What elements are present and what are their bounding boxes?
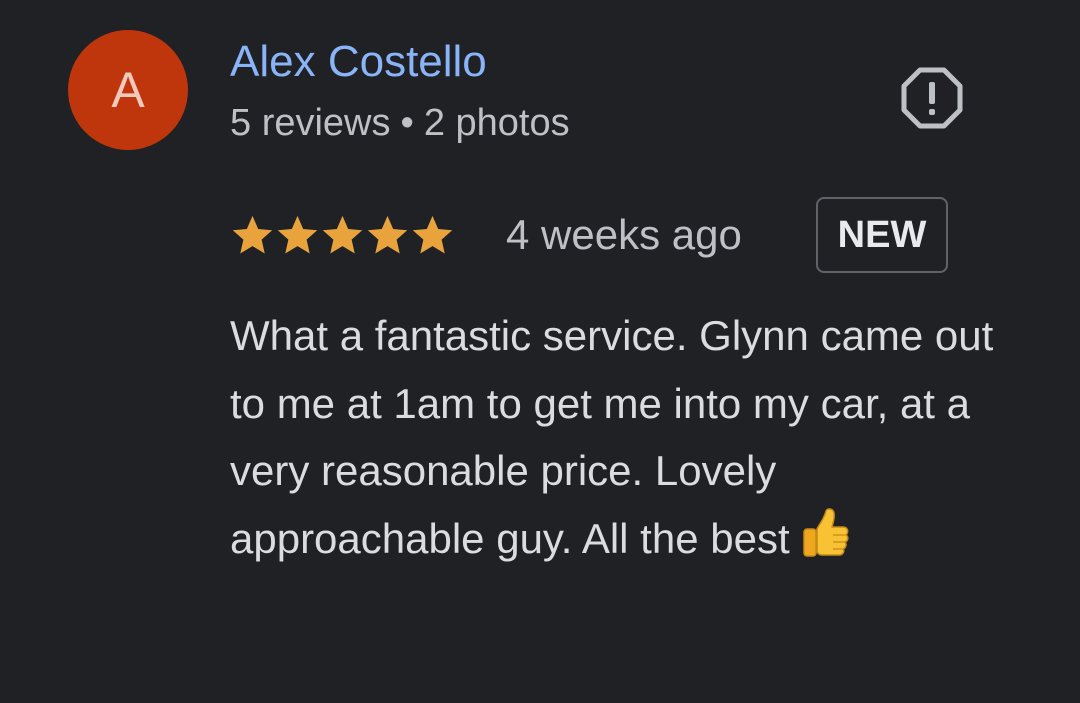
star-rating [230, 214, 455, 258]
review-card: A Alex Costello 5 reviews • 2 photos 4 wee… [0, 0, 1080, 703]
star-icon [232, 215, 273, 254]
thumbs-up-icon [802, 507, 849, 557]
star-icon [412, 215, 453, 254]
author-name[interactable]: Alex Costello [230, 36, 487, 88]
star-icon [367, 215, 408, 254]
review-date: 4 weeks ago [506, 211, 742, 258]
review-count: 5 reviews [230, 102, 391, 144]
rating-row: 4 weeks ago NEW [230, 196, 990, 276]
review-body: What a fantastic service. Glynn came out… [230, 312, 994, 562]
meta-separator: • [400, 102, 414, 144]
author-meta: 5 reviews • 2 photos [230, 100, 570, 146]
report-flag-icon[interactable] [900, 66, 964, 130]
review-text: What a fantastic service. Glynn came out… [230, 302, 1020, 572]
photo-count: 2 photos [423, 102, 570, 144]
star-icon [277, 215, 318, 254]
star-icon [322, 215, 363, 254]
new-badge: NEW [816, 197, 948, 273]
avatar[interactable]: A [68, 30, 188, 150]
